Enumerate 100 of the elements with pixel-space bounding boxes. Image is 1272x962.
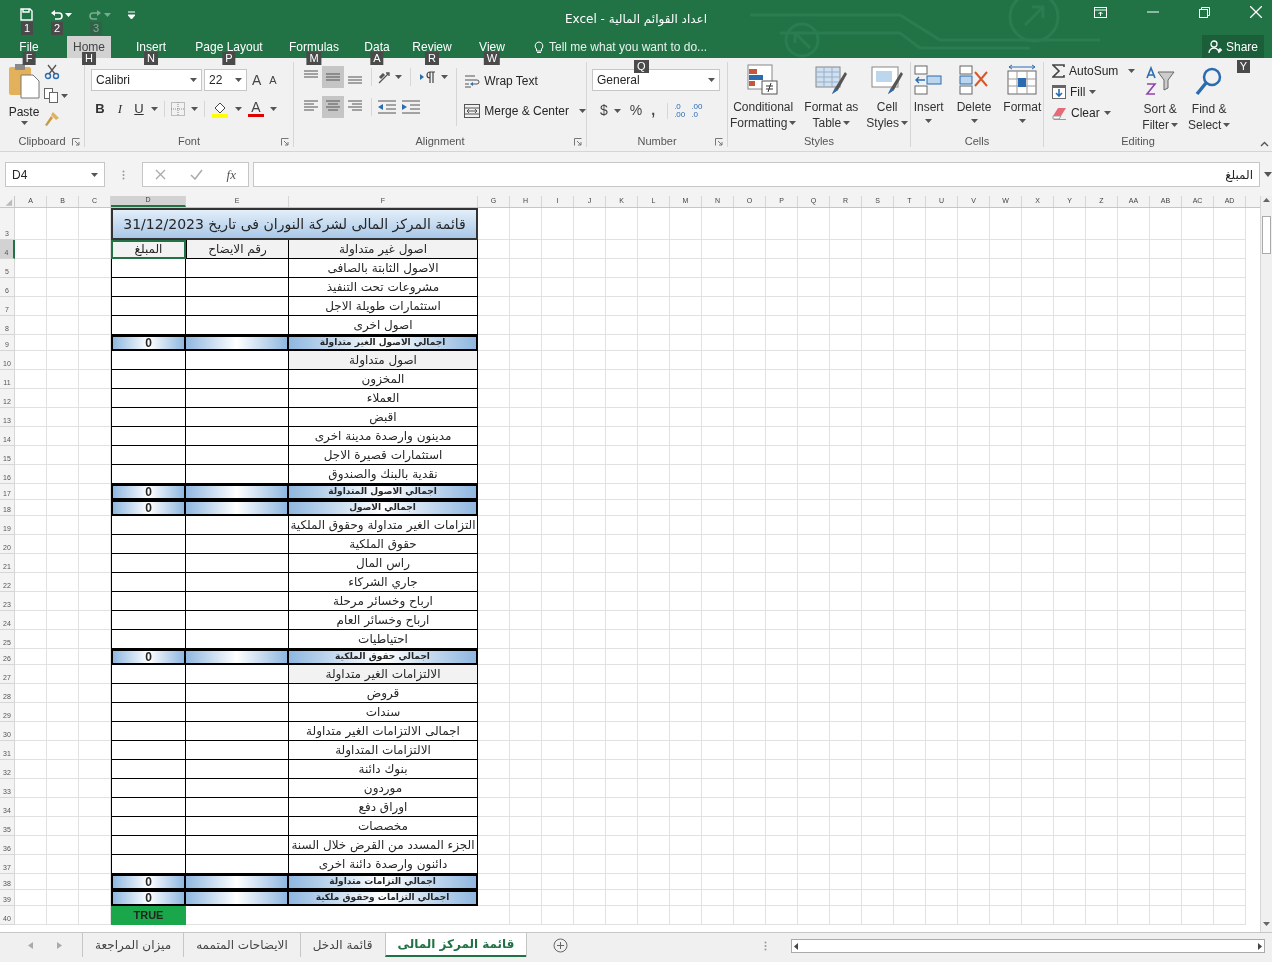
ribbon-button[interactable]: Format xyxy=(1000,60,1045,127)
caret-icon xyxy=(901,121,909,125)
font-color-button[interactable]: A xyxy=(251,100,261,115)
autosum-button[interactable]: AutoSum xyxy=(1052,62,1136,80)
ribbon-button[interactable]: Format as Table xyxy=(801,60,862,131)
eraser-icon xyxy=(1052,106,1067,120)
caret-icon xyxy=(191,106,198,111)
dialog-launcher-icon[interactable] xyxy=(715,138,723,146)
scroll-right-icon[interactable] xyxy=(1258,942,1263,950)
ribbon-display-icon[interactable] xyxy=(1094,6,1107,18)
ribbon-button[interactable]: Cell Styles xyxy=(863,60,912,131)
save-icon[interactable] xyxy=(20,8,33,21)
group-label: Cells xyxy=(964,133,990,149)
table-cell: جاري الشركاء xyxy=(289,573,478,592)
keytip: N xyxy=(144,52,158,65)
person-icon xyxy=(1207,39,1222,54)
format-painter-icon[interactable] xyxy=(44,111,60,127)
percent-button[interactable]: % xyxy=(629,100,643,121)
table-cell: قروض xyxy=(289,684,478,703)
format-cells-icon xyxy=(1006,64,1039,96)
merge-center-button[interactable]: Merge & Center xyxy=(464,102,586,120)
table-cell: سندات xyxy=(289,703,478,722)
dialog-launcher-icon[interactable] xyxy=(281,138,289,146)
add-sheet-icon[interactable] xyxy=(553,938,569,953)
table-cell: 0 xyxy=(111,649,186,665)
caret-icon xyxy=(925,119,933,123)
keytip: W xyxy=(483,52,501,65)
scroll-left-icon[interactable] xyxy=(794,942,799,950)
next-sheet-icon[interactable] xyxy=(57,941,62,949)
table-cell: الالتزامات الغير متداولة xyxy=(289,665,478,684)
window-title: اعداد القوائم المالية - Excel xyxy=(563,11,709,28)
tell-me-field[interactable]: Tell me what you want to do... xyxy=(549,38,708,56)
ribbon-button[interactable]: Find & Select xyxy=(1185,62,1234,133)
previous-sheet-icon[interactable] xyxy=(28,941,33,949)
currency-button[interactable]: $ xyxy=(600,100,608,121)
insert-function-button[interactable]: fx xyxy=(226,164,236,185)
borders-icon[interactable] xyxy=(171,101,185,116)
sheet-tab[interactable]: الايضاحات المتممه xyxy=(183,933,300,957)
name-box[interactable]: D4 xyxy=(5,162,105,187)
italic-button[interactable]: I xyxy=(113,99,127,119)
formula-input[interactable]: المبلغ xyxy=(253,162,1261,187)
keytip: M xyxy=(306,52,322,65)
vertical-scrollbar[interactable] xyxy=(1260,196,1272,932)
undo-icon[interactable] xyxy=(50,8,63,21)
caret-icon xyxy=(235,78,242,82)
font-size-field[interactable]: 22 xyxy=(204,69,247,91)
ribbon-button[interactable]: Conditional Formatting xyxy=(726,60,800,131)
more-options-icon[interactable] xyxy=(764,941,768,951)
horizontal-scrollbar[interactable] xyxy=(791,939,1266,953)
text-direction-icon[interactable] xyxy=(419,70,437,84)
table-cell: اجمالي الاصول xyxy=(289,500,478,516)
ribbon-button[interactable]: Sort & Filter xyxy=(1139,62,1182,133)
restore-icon[interactable] xyxy=(1199,6,1210,18)
collapse-ribbon-icon[interactable] xyxy=(1260,141,1269,147)
font-name-field[interactable]: Calibri xyxy=(91,69,202,91)
expand-formula-icon[interactable] xyxy=(1264,172,1272,177)
shrink-font-button[interactable]: A xyxy=(269,71,277,89)
increase-decimal-button[interactable]: .0 .00 xyxy=(674,102,686,119)
dialog-launcher-icon[interactable] xyxy=(72,138,80,146)
cancel-icon[interactable] xyxy=(154,169,166,180)
caret-icon xyxy=(1089,90,1097,94)
increase-indent-icon[interactable] xyxy=(401,99,421,115)
ribbon-button[interactable]: Delete xyxy=(953,60,995,127)
more-options-icon[interactable] xyxy=(121,170,125,180)
group-label: Number xyxy=(637,133,677,149)
sheet-tab[interactable]: قائمة المركز المالى xyxy=(384,933,527,957)
decrease-decimal-button[interactable]: .00 .0 xyxy=(691,102,703,119)
decrease-indent-icon[interactable] xyxy=(377,99,397,115)
sheet-tab[interactable]: قائمة الدخل xyxy=(299,933,385,957)
ribbon-button[interactable]: Insert xyxy=(909,60,948,127)
bold-button[interactable]: B xyxy=(93,99,107,119)
fill-button[interactable]: Fill xyxy=(1052,83,1136,101)
scroll-up-icon[interactable] xyxy=(1263,198,1270,202)
caret-icon xyxy=(708,78,715,82)
caret-icon xyxy=(61,93,68,98)
table-cell: المخزون xyxy=(289,370,478,389)
comma-button[interactable]: , xyxy=(651,100,656,121)
check-icon[interactable] xyxy=(189,169,203,180)
wrap-text-button[interactable]: Wrap Text xyxy=(464,72,586,90)
scroll-thumb[interactable] xyxy=(1262,216,1271,254)
table-cell: 0 xyxy=(111,874,186,890)
keytip: H xyxy=(82,52,96,65)
scroll-down-icon[interactable] xyxy=(1263,922,1270,926)
sheet-tab[interactable]: ميزان المراجعة xyxy=(82,933,184,957)
share-button[interactable]: Share xyxy=(1201,35,1264,58)
dialog-launcher-icon[interactable] xyxy=(574,138,582,146)
conditional-formatting-icon xyxy=(747,64,780,96)
customize-icon[interactable] xyxy=(128,10,135,19)
table-cell: بنوك دائنة xyxy=(289,760,478,779)
table-cell: اوراق دفع xyxy=(289,798,478,817)
keytip: F xyxy=(22,52,36,65)
scissors-icon[interactable] xyxy=(44,64,60,80)
delete-cells-icon xyxy=(958,64,990,96)
copy-icon[interactable] xyxy=(44,88,58,103)
grow-font-button[interactable]: A xyxy=(252,69,262,91)
table-cell: 0 xyxy=(111,500,186,516)
underline-button[interactable]: U xyxy=(133,99,145,119)
clear-button[interactable]: Clear xyxy=(1052,104,1136,122)
table-cell: استثمارات طويلة الاجل xyxy=(289,297,478,316)
close-icon[interactable] xyxy=(1250,6,1262,18)
